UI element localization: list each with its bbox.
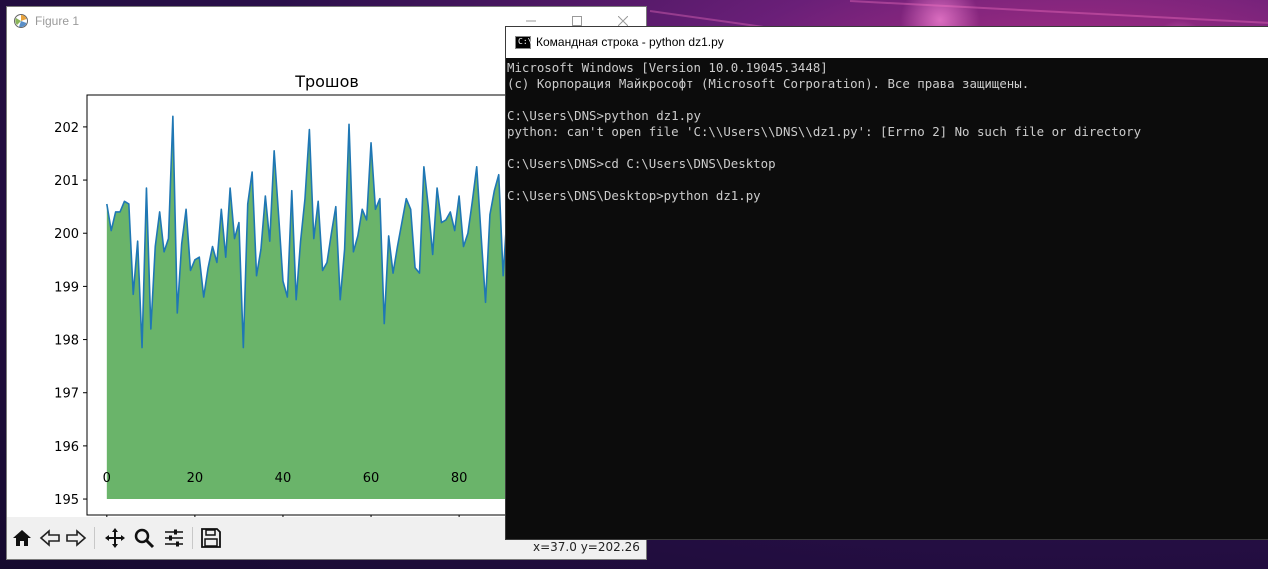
toolbar-separator	[94, 527, 95, 549]
console-line: (c) Корпорация Майкрософт (Microsoft Cor…	[507, 76, 1030, 91]
configure-subplots-button[interactable]	[162, 526, 186, 550]
zoom-button[interactable]	[132, 526, 156, 550]
home-icon	[13, 530, 31, 546]
y-tick-label: 201	[54, 174, 79, 189]
x-tick-label: 0	[102, 471, 111, 486]
save-icon	[201, 528, 221, 548]
forward-arrow-icon	[66, 529, 87, 547]
figure-window-title: Figure 1	[35, 14, 80, 28]
save-button[interactable]	[199, 526, 223, 550]
console-line: C:\Users\DNS>cd C:\Users\DNS\Desktop	[507, 156, 776, 171]
zoom-icon	[134, 528, 155, 549]
x-tick-labels: 0 20 40 60 80	[7, 471, 507, 491]
pan-button[interactable]	[103, 526, 127, 550]
cmd-window: C:\ Командная строка - python dz1.py Mic…	[506, 27, 1268, 539]
configure-subplots-icon	[165, 529, 183, 547]
console-output[interactable]: Microsoft Windows [Version 10.0.19045.34…	[507, 60, 1265, 536]
console-line: Microsoft Windows [Version 10.0.19045.34…	[507, 60, 828, 75]
x-tick-label: 40	[274, 471, 292, 486]
forward-button[interactable]	[64, 526, 88, 550]
console-line: C:\Users\DNS\Desktop>python dz1.py	[507, 188, 761, 203]
x-tick-label: 20	[186, 471, 204, 486]
cmd-titlebar[interactable]: C:\ Командная строка - python dz1.py	[506, 27, 1268, 58]
chart-title: Трошов	[294, 72, 359, 91]
back-button[interactable]	[38, 526, 62, 550]
close-icon	[618, 16, 628, 26]
pan-icon	[105, 528, 125, 548]
y-tick-label: 199	[54, 280, 79, 295]
y-tick-label: 202	[54, 121, 79, 136]
back-arrow-icon	[39, 529, 60, 547]
x-tick-label: 60	[362, 471, 380, 486]
console-line: C:\Users\DNS>python dz1.py	[507, 108, 701, 123]
cursor-coordinates: x=37.0 y=202.26	[533, 540, 640, 554]
cmd-window-title: Командная строка - python dz1.py	[536, 35, 724, 49]
y-tick-label: 197	[54, 387, 79, 402]
x-tick-label: 80	[450, 471, 468, 486]
cmd-app-icon: C:\	[515, 36, 532, 49]
matplotlib-app-icon	[14, 14, 28, 28]
toolbar-separator	[192, 527, 193, 549]
y-tick-label: 195	[54, 493, 79, 508]
y-tick-label: 198	[54, 334, 79, 349]
y-tick-label: 196	[54, 440, 79, 455]
y-tick-label: 200	[54, 227, 79, 242]
console-line: python: can't open file 'C:\\Users\\DNS\…	[507, 124, 1142, 139]
maximize-icon	[572, 16, 582, 26]
home-button[interactable]	[10, 526, 34, 550]
minimize-icon	[526, 20, 536, 22]
